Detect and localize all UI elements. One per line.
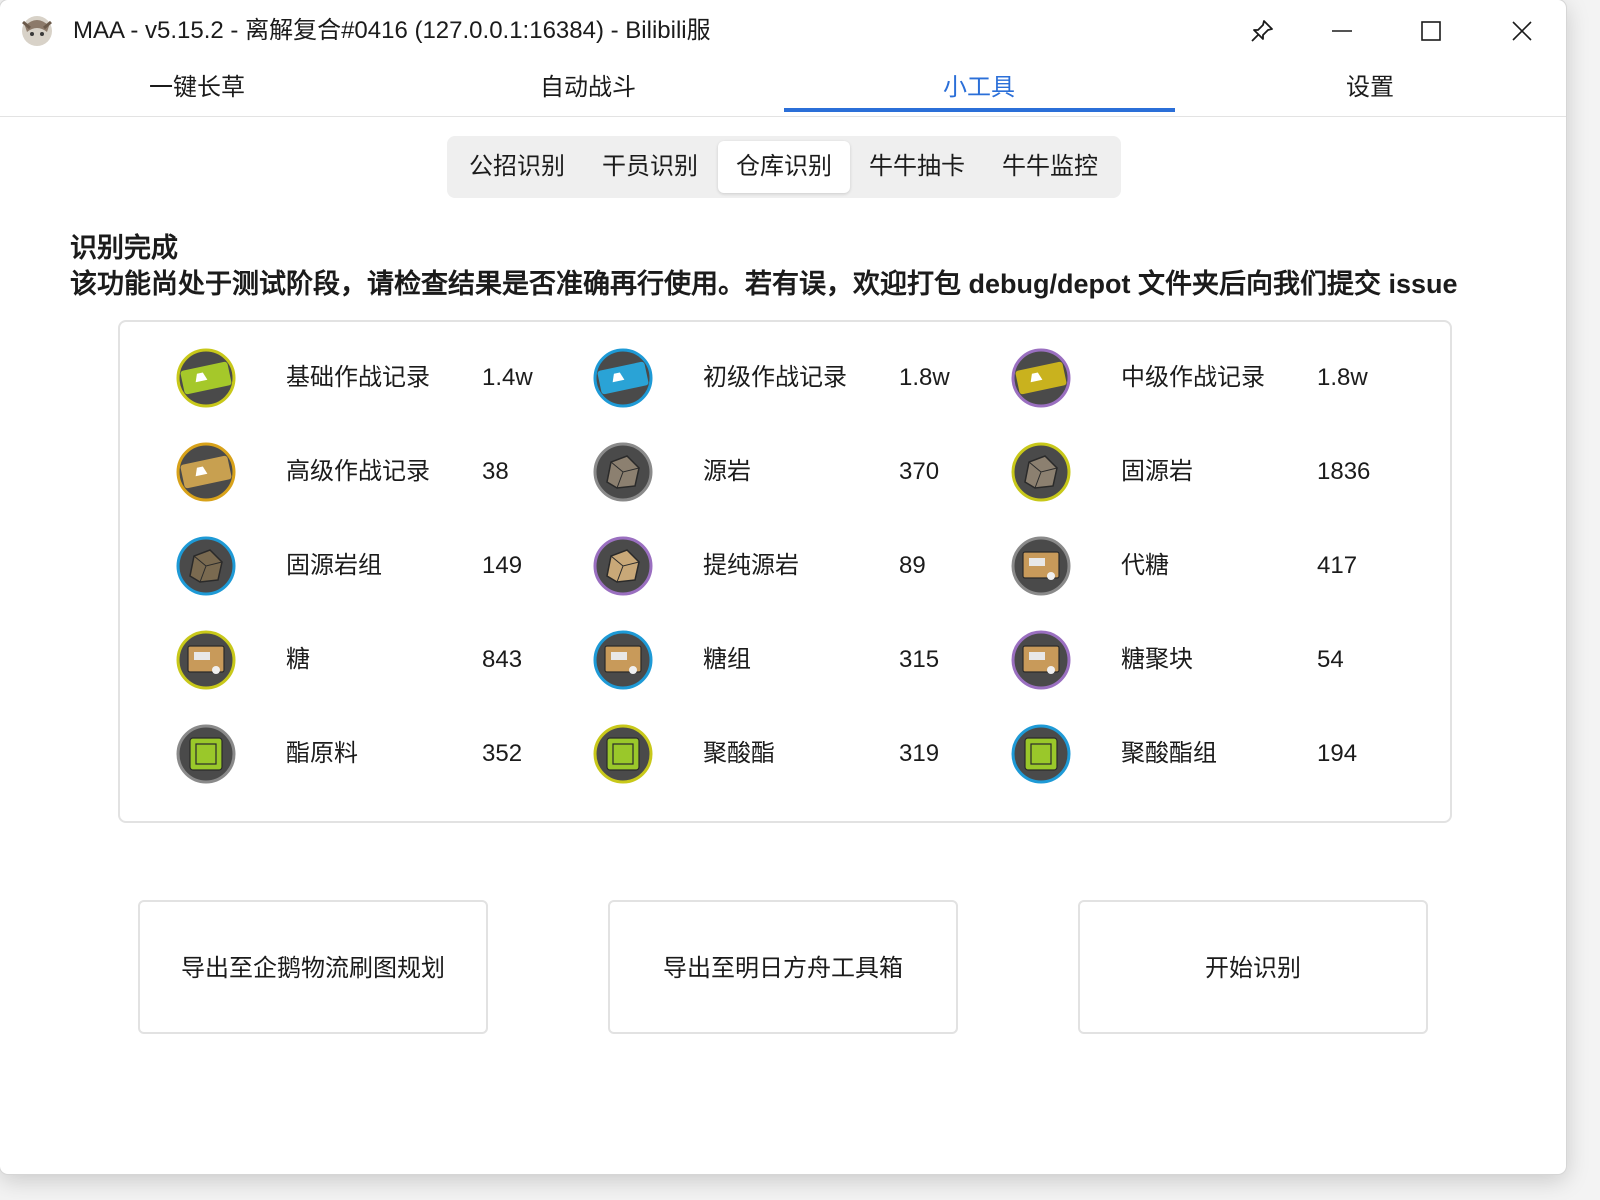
- depot-item: 源岩 370: [593, 432, 993, 512]
- export-toolbox-button[interactable]: 导出至明日方舟工具箱: [608, 900, 958, 1034]
- polyester-pack-icon: [1011, 724, 1071, 784]
- item-name: 聚酸酯组: [1121, 740, 1217, 767]
- rock-group-icon: [176, 536, 236, 596]
- depot-item: 固源岩组 149: [176, 526, 576, 606]
- depot-item: 糖组 315: [593, 620, 993, 700]
- subtab-operator[interactable]: 干员识别: [584, 141, 716, 193]
- item-name: 代糖: [1121, 552, 1169, 579]
- subtab-gacha[interactable]: 牛牛抽卡: [851, 141, 983, 193]
- item-count: 352: [482, 740, 523, 767]
- item-name: 固源岩: [1121, 458, 1193, 485]
- polyester-icon: [593, 724, 653, 784]
- tab-settings[interactable]: 设置: [1175, 62, 1565, 114]
- item-name: 糖: [286, 646, 310, 673]
- ester-icon: [176, 724, 236, 784]
- item-name: 中级作战记录: [1121, 364, 1265, 391]
- maximize-button[interactable]: [1387, 0, 1475, 62]
- exp-card-blue-icon: [593, 348, 653, 408]
- item-count: 194: [1317, 740, 1358, 767]
- item-count: 89: [899, 552, 926, 579]
- subtab-depot[interactable]: 仓库识别: [718, 141, 850, 193]
- item-count: 1.4w: [482, 364, 533, 391]
- maa-logo-icon: [22, 16, 52, 46]
- exp-card-green-icon: [176, 348, 236, 408]
- sugar-icon: [176, 630, 236, 690]
- pin-button[interactable]: [1218, 0, 1306, 62]
- item-name: 初级作战记录: [703, 364, 847, 391]
- maximize-icon: [1421, 21, 1441, 41]
- minimize-button[interactable]: [1298, 0, 1386, 62]
- item-count: 1836: [1317, 458, 1371, 485]
- export-penguin-button[interactable]: 导出至企鹅物流刷图规划: [138, 900, 488, 1034]
- item-count: 370: [899, 458, 940, 485]
- start-recognition-button[interactable]: 开始识别: [1078, 900, 1428, 1034]
- depot-item: 基础作战记录 1.4w: [176, 338, 576, 418]
- depot-item: 初级作战记录 1.8w: [593, 338, 993, 418]
- depot-item: 糖 843: [176, 620, 576, 700]
- item-count: 38: [482, 458, 509, 485]
- minimize-icon: [1332, 30, 1352, 32]
- sugar-sub-icon: [1011, 536, 1071, 596]
- depot-item: 聚酸酯组 194: [1011, 714, 1411, 794]
- depot-item: 固源岩 1836: [1011, 432, 1411, 512]
- item-name: 高级作战记录: [286, 458, 430, 485]
- app-window: MAA - v5.15.2 - 离解复合#0416 (127.0.0.1:163…: [0, 0, 1566, 1174]
- subtab-recruit[interactable]: 公招识别: [451, 141, 583, 193]
- rock-icon: [593, 442, 653, 502]
- item-count: 843: [482, 646, 523, 673]
- depot-item: 提纯源岩 89: [593, 526, 993, 606]
- item-count: 315: [899, 646, 940, 673]
- item-name: 源岩: [703, 458, 751, 485]
- depot-item: 中级作战记录 1.8w: [1011, 338, 1411, 418]
- active-tab-indicator: [784, 108, 1175, 112]
- sugar-lump-icon: [1011, 630, 1071, 690]
- rock-icon: [1011, 442, 1071, 502]
- pin-icon: [1251, 20, 1273, 42]
- depot-item: 酯原料 352: [176, 714, 576, 794]
- main-tab-bar: 一键长草 自动战斗 小工具 设置: [0, 62, 1566, 117]
- depot-item: 高级作战记录 38: [176, 432, 576, 512]
- item-name: 基础作战记录: [286, 364, 430, 391]
- item-name: 糖组: [703, 646, 751, 673]
- item-count: 149: [482, 552, 523, 579]
- close-icon: [1512, 21, 1532, 41]
- tab-one-click[interactable]: 一键长草: [2, 62, 392, 114]
- item-name: 酯原料: [286, 740, 358, 767]
- exp-card-gold-icon: [176, 442, 236, 502]
- item-name: 固源岩组: [286, 552, 382, 579]
- subtab-monitor[interactable]: 牛牛监控: [984, 141, 1116, 193]
- item-count: 319: [899, 740, 940, 767]
- item-count: 1.8w: [899, 364, 950, 391]
- window-title: MAA - v5.15.2 - 离解复合#0416 (127.0.0.1:163…: [73, 17, 711, 44]
- exp-card-yellow-icon: [1011, 348, 1071, 408]
- status-warning: 该功能尚处于测试阶段，请检查结果是否准确再行使用。若有误，欢迎打包 debug/…: [70, 269, 1458, 299]
- status-title: 识别完成: [70, 233, 178, 263]
- item-count: 54: [1317, 646, 1344, 673]
- item-count: 417: [1317, 552, 1358, 579]
- depot-item: 糖聚块 54: [1011, 620, 1411, 700]
- rock-pure-icon: [593, 536, 653, 596]
- depot-item: 代糖 417: [1011, 526, 1411, 606]
- item-name: 聚酸酯: [703, 740, 775, 767]
- tab-tools[interactable]: 小工具: [784, 62, 1174, 114]
- sugar-pack-icon: [593, 630, 653, 690]
- title-bar[interactable]: MAA - v5.15.2 - 离解复合#0416 (127.0.0.1:163…: [0, 0, 1566, 62]
- item-name: 糖聚块: [1121, 646, 1193, 673]
- status-message: 识别完成 该功能尚处于测试阶段，请检查结果是否准确再行使用。若有误，欢迎打包 d…: [70, 230, 1458, 302]
- item-name: 提纯源岩: [703, 552, 799, 579]
- tab-auto-battle[interactable]: 自动战斗: [393, 62, 783, 114]
- depot-item: 聚酸酯 319: [593, 714, 993, 794]
- close-button[interactable]: [1478, 0, 1566, 62]
- depot-result-grid: 基础作战记录 1.4w 初级作战记录 1.8w 中级作战记录 1.8w 高级作战记录 38 源岩…: [118, 320, 1452, 823]
- sub-tab-bar: 公招识别 干员识别 仓库识别 牛牛抽卡 牛牛监控: [447, 136, 1121, 198]
- item-count: 1.8w: [1317, 364, 1368, 391]
